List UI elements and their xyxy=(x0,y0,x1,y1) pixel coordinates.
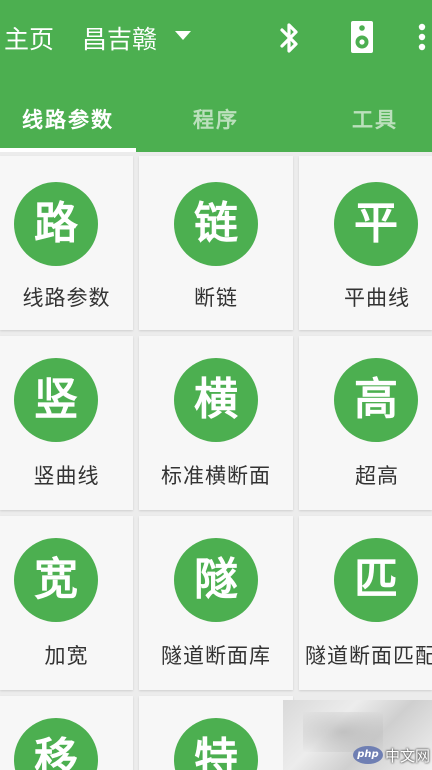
tile-badge: 横 xyxy=(174,358,258,442)
app-bar: 主页 昌吉赣 线路参数 程序 工具 xyxy=(0,0,432,152)
tile-label: 隧道断面库 xyxy=(161,644,271,668)
bluetooth-icon[interactable] xyxy=(274,18,304,58)
tile-superelevation[interactable]: 高 超高 xyxy=(299,336,432,510)
tile-route-parameters[interactable]: 路 线路参数 xyxy=(0,156,133,330)
tile-standard-cross-section[interactable]: 横 标准横断面 xyxy=(139,336,293,510)
tile-special[interactable]: 特 xyxy=(139,696,293,770)
tile-badge: 宽 xyxy=(14,538,98,622)
speaker-icon[interactable] xyxy=(347,18,377,58)
dropdown-arrow-icon[interactable] xyxy=(175,31,191,40)
tile-widening[interactable]: 宽 加宽 xyxy=(0,516,133,690)
site-logo: php 中文网 xyxy=(352,744,430,766)
tile-label: 断链 xyxy=(194,286,238,310)
tile-offset[interactable]: 移 xyxy=(0,696,133,770)
php-logo-icon: php xyxy=(352,746,383,764)
tile-badge: 平 xyxy=(334,182,418,266)
tile-label: 隧道断面匹配 xyxy=(305,644,432,668)
toolbar: 主页 昌吉赣 xyxy=(0,0,432,78)
tile-label: 标准横断面 xyxy=(161,464,271,488)
tile-label: 超高 xyxy=(355,464,399,488)
tile-badge: 竖 xyxy=(14,358,98,442)
tile-badge: 路 xyxy=(14,182,98,266)
tile-badge: 隧 xyxy=(174,538,258,622)
tile-badge: 移 xyxy=(14,718,98,770)
watermark-banner: php 中文网 xyxy=(283,700,432,770)
tile-badge: 链 xyxy=(174,182,258,266)
more-vertical-icon[interactable] xyxy=(413,18,431,58)
tile-chain-break[interactable]: 链 断链 xyxy=(139,156,293,330)
tile-label: 加宽 xyxy=(44,644,89,668)
tile-horizontal-curve[interactable]: 平 平曲线 xyxy=(299,156,432,330)
tile-vertical-curve[interactable]: 竖 竖曲线 xyxy=(0,336,133,510)
tab-route-parameters[interactable]: 线路参数 xyxy=(0,92,136,152)
tab-bar: 线路参数 程序 工具 xyxy=(0,92,432,152)
tile-label: 线路参数 xyxy=(22,286,111,310)
tile-tunnel-section-library[interactable]: 隧 隧道断面库 xyxy=(139,516,293,690)
tile-tunnel-section-matching[interactable]: 匹 隧道断面匹配 xyxy=(299,516,432,690)
tile-badge: 匹 xyxy=(334,538,418,622)
tile-badge: 高 xyxy=(334,358,418,442)
tile-label: 竖曲线 xyxy=(33,464,100,488)
tab-tools[interactable]: 工具 xyxy=(300,92,432,152)
project-selector[interactable]: 昌吉赣 xyxy=(82,20,157,56)
page-title: 主页 xyxy=(4,25,55,54)
tile-label: 平曲线 xyxy=(344,286,410,310)
logo-text: 中文网 xyxy=(384,746,430,765)
tile-badge: 特 xyxy=(174,718,258,770)
tab-programs[interactable]: 程序 xyxy=(148,92,284,152)
function-grid: 路 线路参数 链 断链 平 平曲线 竖 竖曲线 横 标准横断面 高 超高 宽 加… xyxy=(0,152,432,770)
